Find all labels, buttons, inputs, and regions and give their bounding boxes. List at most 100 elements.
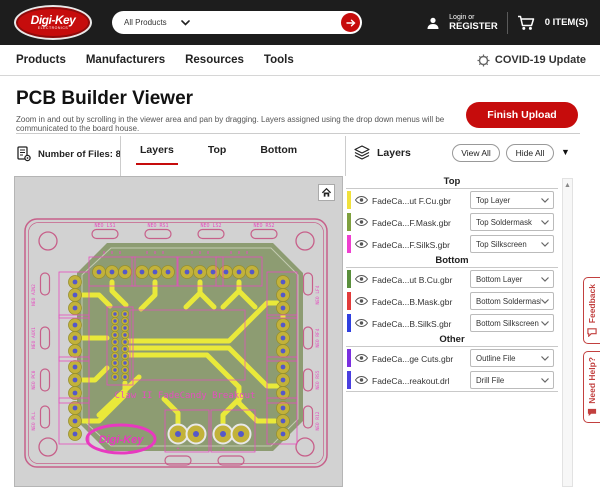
layer-assignment-dropdown[interactable]: Top Soldermask (470, 213, 554, 231)
board-label: NEO AIN2 (31, 284, 37, 306)
layer-color-bar (347, 213, 351, 231)
polarity-mark: - (239, 446, 242, 452)
board-title: Claw II FadeCandy Breakout (115, 391, 256, 401)
layer-color-bar (347, 270, 351, 288)
layers-panel-title: Layers (354, 145, 411, 160)
polarity-mark: + (176, 446, 179, 452)
layer-row: FadeCa...ut F.Cu.gbr Top Layer (346, 189, 558, 211)
nav-item-resources[interactable]: Resources (185, 54, 244, 66)
layer-row: FadeCa...F.SilkS.gbr Top Silkscreen (346, 233, 558, 255)
layer-filename: FadeCa...ge Cuts.gbr (372, 354, 453, 364)
layer-row: FadeCa...reakout.drl Drill File (346, 369, 558, 391)
layer-group-header-other: Other (346, 334, 558, 347)
covid-update-link[interactable]: COVID-19 Update (477, 54, 586, 67)
login-register-link[interactable]: Login or REGISTER (449, 14, 498, 32)
layer-filename: FadeCa...reakout.drl (372, 376, 449, 386)
layer-assignment-dropdown[interactable]: Outline File (470, 349, 554, 367)
viewer-toolbar: Number of Files: 8 Layers Top Bottom Lay… (0, 134, 600, 176)
layer-filename: FadeCa...B.Mask.gbr (372, 297, 452, 307)
cart-icon[interactable] (517, 15, 536, 31)
tab-top[interactable]: Top (208, 144, 226, 165)
layer-row: FadeCa...ut B.Cu.gbr Bottom Layer (346, 268, 558, 290)
nav-item-tools[interactable]: Tools (264, 54, 294, 66)
layer-assignment-dropdown[interactable]: Bottom Soldermask (470, 292, 554, 310)
layer-filename: FadeCa...ut F.Cu.gbr (372, 196, 451, 206)
layer-assignment-dropdown[interactable]: Bottom Layer (470, 270, 554, 288)
divider (120, 136, 121, 176)
board-label: NEO LS1 (94, 223, 115, 229)
header-divider (507, 12, 508, 34)
eye-icon[interactable] (355, 196, 368, 204)
layer-row: FadeCa...B.SilkS.gbr Bottom Silkscreen (346, 312, 558, 334)
pcb-rendering: NEO LS1 NEO RS1 NEO LS2 NEO RS2 NEO AIN2… (15, 177, 342, 486)
board-label: NEO PLL (31, 411, 37, 430)
home-icon (321, 187, 332, 198)
pcb-builder-app: Digi-Key ELECTRONICS All Products Login … (0, 0, 600, 495)
reset-view-home-button[interactable] (318, 184, 335, 201)
chevron-down-icon (541, 356, 553, 361)
polarity-mark: - (194, 446, 197, 452)
header-actions: Login or REGISTER 0 ITEM(S) (426, 0, 588, 45)
file-count: Number of Files: 8 (16, 146, 121, 162)
eye-icon[interactable] (355, 218, 368, 226)
feedback-icon (587, 328, 597, 337)
eye-icon[interactable] (355, 240, 368, 248)
layer-assignment-dropdown[interactable]: Drill File (470, 371, 554, 389)
search-submit-button[interactable] (341, 13, 360, 32)
layer-color-bar (347, 314, 351, 332)
search-input[interactable] (190, 18, 341, 28)
eye-icon[interactable] (355, 275, 368, 283)
panel-scrollbar[interactable]: ▲ (562, 178, 573, 487)
collapse-panel-caret-icon[interactable]: ▼ (561, 147, 570, 157)
view-tabs: Layers Top Bottom (140, 144, 297, 165)
board-label: NEO RS2 (253, 223, 274, 229)
layer-row: FadeCa...B.Mask.gbr Bottom Soldermask (346, 290, 558, 312)
tab-bottom[interactable]: Bottom (260, 144, 297, 165)
logo-subtext: ELECTRONICS (38, 26, 68, 30)
nav-item-manufacturers[interactable]: Manufacturers (86, 54, 165, 66)
board-label: NEO LF4 (315, 285, 321, 304)
page-title: PCB Builder Viewer (16, 88, 193, 110)
layer-assignment-dropdown[interactable]: Top Layer (470, 191, 554, 209)
divider (346, 391, 558, 392)
user-icon (426, 16, 440, 30)
view-all-button[interactable]: View All (452, 144, 500, 162)
logo-text: Digi-Key (31, 15, 76, 26)
layer-group-header-top: Top (346, 176, 558, 189)
help-icon (587, 408, 597, 417)
divider (345, 136, 346, 176)
layer-assignment-dropdown[interactable]: Bottom Silkscreen (470, 314, 554, 332)
eye-icon[interactable] (355, 354, 368, 362)
layers-icon (354, 145, 370, 160)
tab-layers[interactable]: Layers (140, 144, 174, 165)
chevron-down-icon[interactable] (181, 20, 190, 26)
finish-upload-button[interactable]: Finish Upload (466, 102, 578, 128)
cart-count[interactable]: 0 ITEM(S) (545, 17, 588, 28)
hide-all-button[interactable]: Hide All (506, 144, 554, 162)
layer-color-bar (347, 191, 351, 209)
main-nav: Products Manufacturers Resources Tools C… (0, 45, 600, 76)
eye-icon[interactable] (355, 297, 368, 305)
search-category-select[interactable]: All Products (112, 18, 167, 27)
chevron-down-icon (541, 277, 553, 282)
chevron-down-icon (541, 299, 553, 304)
layer-filename: FadeCa...B.SilkS.gbr (372, 319, 451, 329)
board-label: NEO LS2 (200, 223, 221, 229)
need-help-tab[interactable]: Need Help? (583, 351, 600, 423)
scroll-up-arrow-icon[interactable]: ▲ (563, 182, 572, 189)
layer-color-bar (347, 292, 351, 310)
eye-icon[interactable] (355, 376, 368, 384)
layer-row: FadeCa...F.Mask.gbr Top Soldermask (346, 211, 558, 233)
polarity-mark: + (221, 446, 224, 452)
board-label: NEO RF4 (315, 328, 321, 347)
layer-row: FadeCa...ge Cuts.gbr Outline File (346, 347, 558, 369)
layer-assignment-dropdown[interactable]: Top Silkscreen (470, 235, 554, 253)
layers-panel: Top FadeCa...ut F.Cu.gbr Top Layer FadeC… (346, 176, 558, 392)
search-bar: All Products (112, 11, 362, 34)
pcb-viewer-canvas[interactable]: NEO LS1 NEO RS1 NEO LS2 NEO RS2 NEO AIN2… (14, 176, 343, 487)
feedback-tab[interactable]: Feedback (583, 277, 600, 344)
layer-filename: FadeCa...F.Mask.gbr (372, 218, 451, 228)
eye-icon[interactable] (355, 319, 368, 327)
digikey-logo[interactable]: Digi-Key ELECTRONICS (14, 5, 92, 40)
nav-item-products[interactable]: Products (16, 54, 66, 66)
